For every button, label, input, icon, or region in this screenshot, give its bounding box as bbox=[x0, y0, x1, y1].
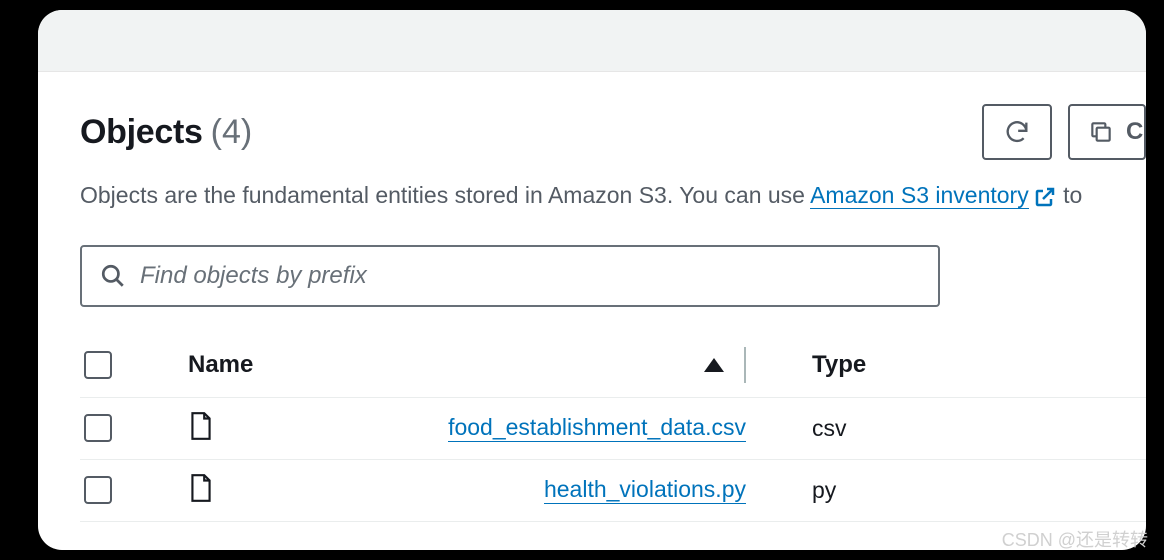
search-box[interactable] bbox=[80, 245, 940, 307]
row-select-cell bbox=[80, 476, 188, 504]
file-type-cell: py bbox=[778, 477, 836, 504]
copy-button[interactable]: Co bbox=[1068, 104, 1146, 160]
panel-count: (4) bbox=[211, 113, 253, 152]
file-icon bbox=[188, 411, 214, 446]
action-buttons: Co bbox=[982, 104, 1146, 160]
sort-indicator bbox=[704, 347, 746, 383]
copy-icon bbox=[1088, 119, 1114, 145]
panel-title: Objects bbox=[80, 113, 203, 152]
objects-panel: Objects (4) Co bbox=[38, 72, 1146, 522]
inventory-link[interactable]: Amazon S3 inventory bbox=[810, 182, 1029, 209]
column-name-label: Name bbox=[188, 351, 253, 379]
search-icon bbox=[100, 263, 126, 289]
file-link[interactable]: food_establishment_data.csv bbox=[448, 414, 746, 442]
table-header: Name Type bbox=[80, 347, 1146, 398]
file-type-cell: csv bbox=[778, 415, 847, 442]
column-header-type[interactable]: Type bbox=[778, 351, 866, 379]
panel-title-group: Objects (4) bbox=[80, 113, 252, 152]
watermark: CSDN @还是转转 bbox=[1002, 526, 1148, 552]
window-header-strip bbox=[38, 10, 1146, 72]
column-type-label: Type bbox=[812, 351, 866, 378]
external-link-icon bbox=[1033, 185, 1057, 209]
app-window: Objects (4) Co bbox=[38, 10, 1146, 550]
column-header-name[interactable]: Name bbox=[188, 347, 778, 383]
table-row: food_establishment_data.csv csv bbox=[80, 398, 1146, 460]
row-checkbox[interactable] bbox=[84, 414, 112, 442]
copy-button-label: Co bbox=[1126, 118, 1146, 146]
refresh-icon bbox=[1003, 118, 1031, 146]
row-checkbox[interactable] bbox=[84, 476, 112, 504]
file-link[interactable]: health_violations.py bbox=[544, 476, 746, 504]
file-name-cell: food_establishment_data.csv bbox=[188, 411, 778, 446]
description-suffix: to bbox=[1057, 182, 1083, 208]
table-row: health_violations.py py bbox=[80, 460, 1146, 522]
column-divider bbox=[744, 347, 746, 383]
search-input[interactable] bbox=[140, 262, 920, 290]
sort-ascending-icon bbox=[704, 358, 724, 372]
file-name-cell: health_violations.py bbox=[188, 473, 778, 508]
objects-table: Name Type food_es bbox=[80, 347, 1146, 522]
select-all-cell bbox=[80, 351, 188, 379]
refresh-button[interactable] bbox=[982, 104, 1052, 160]
title-row: Objects (4) Co bbox=[80, 104, 1146, 160]
panel-description: Objects are the fundamental entities sto… bbox=[80, 178, 1146, 213]
description-prefix: Objects are the fundamental entities sto… bbox=[80, 182, 810, 208]
select-all-checkbox[interactable] bbox=[84, 351, 112, 379]
row-select-cell bbox=[80, 414, 188, 442]
file-icon bbox=[188, 473, 214, 508]
